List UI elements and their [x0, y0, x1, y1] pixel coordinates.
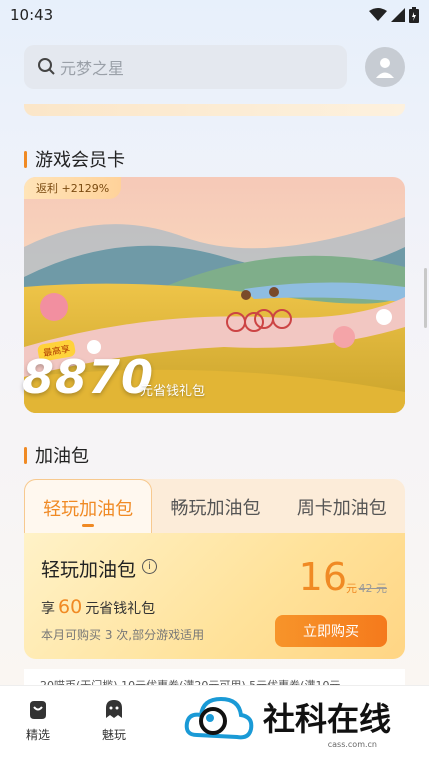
scrollbar[interactable]: [424, 268, 427, 328]
section-title-member: 游戏会员卡: [24, 146, 125, 172]
tab-smooth-pack[interactable]: 畅玩加油包: [152, 479, 278, 535]
banner-strip: [24, 104, 405, 116]
save-amount: 60: [58, 596, 83, 618]
price: 16: [298, 555, 347, 599]
save-line: 享 60 元省钱礼包: [41, 596, 155, 618]
tab-light-pack[interactable]: 轻玩加油包: [24, 479, 153, 535]
section-title-pack: 加油包: [24, 442, 89, 468]
pack-tabs: 轻玩加油包 畅玩加油包 周卡加油包: [24, 479, 405, 535]
search-row: 元梦之星: [24, 44, 405, 90]
tab-label: 畅玩加油包: [170, 498, 261, 519]
info-icon[interactable]: i: [142, 559, 157, 574]
pack-card: 轻玩加油包 i 享 60 元省钱礼包 本月可购买 3 次,部分游戏适用 16 元…: [24, 533, 405, 659]
watermark: 社科在线 cass.com.cn: [183, 685, 413, 753]
search-icon: [38, 58, 55, 75]
buy-now-button[interactable]: 立即购买: [275, 615, 387, 647]
price-unit: 元: [346, 582, 357, 595]
nav-label: 魅玩: [101, 728, 126, 742]
section-title-text: 加油包: [35, 446, 89, 467]
pack-name: 轻玩加油包: [41, 559, 137, 581]
tab-label: 周卡加油包: [296, 498, 387, 519]
rebate-badge: 返利 +2129%: [24, 177, 122, 199]
status-icons: [369, 7, 419, 23]
battery-icon: [409, 7, 419, 23]
save-prefix: 享: [41, 601, 55, 617]
signal-icon: [391, 8, 405, 22]
status-bar: 10:43: [0, 0, 429, 30]
save-suffix: 元省钱礼包: [85, 601, 156, 617]
ghost-icon: [106, 700, 122, 718]
tab-indicator: [82, 524, 95, 527]
status-time: 10:43: [10, 6, 54, 24]
search-placeholder: 元梦之星: [60, 59, 125, 78]
section-accent-bar: [24, 150, 27, 168]
nav-label: 精选: [25, 728, 50, 742]
watermark-sub: cass.com.cn: [327, 740, 377, 749]
nav-item-play[interactable]: 魅玩: [76, 698, 152, 763]
bag-icon: [30, 701, 46, 719]
search-input[interactable]: 元梦之星: [24, 45, 347, 89]
tab-weekly-pack[interactable]: 周卡加油包: [279, 479, 405, 535]
user-icon: [376, 58, 394, 78]
section-accent-bar: [24, 446, 27, 464]
saving-unit: 元省钱礼包: [140, 384, 206, 399]
cloud-logo-icon: [184, 696, 254, 740]
avatar[interactable]: [365, 47, 405, 87]
wifi-icon: [369, 8, 387, 21]
limit-note: 本月可购买 3 次,部分游戏适用: [41, 628, 205, 642]
saving-amount: 8870: [22, 350, 155, 404]
section-title-text: 游戏会员卡: [35, 150, 125, 171]
watermark-text: 社科在线: [263, 700, 392, 738]
nav-item-featured[interactable]: 精选: [0, 698, 76, 763]
old-price: 42 元: [358, 582, 388, 595]
tab-label: 轻玩加油包: [43, 498, 134, 520]
